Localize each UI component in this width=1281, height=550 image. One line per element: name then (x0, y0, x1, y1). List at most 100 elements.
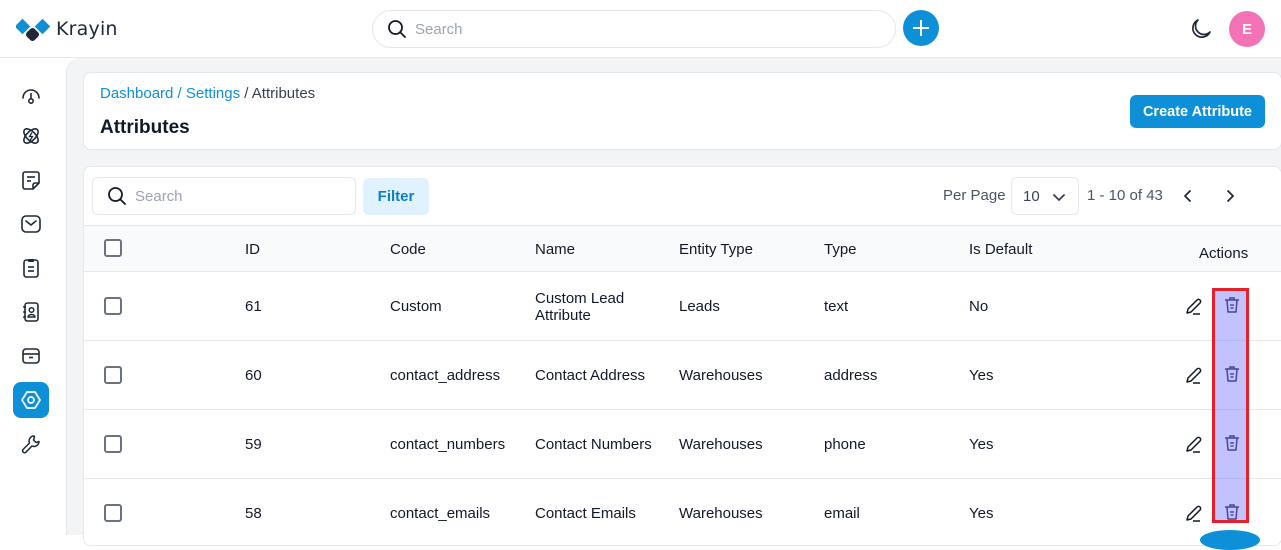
cell-name: Contact Numbers (535, 436, 652, 453)
filter-button[interactable]: Filter (363, 178, 429, 215)
breadcrumb-separator: / (240, 85, 252, 102)
cell-entity-type: Leads (679, 298, 720, 315)
row-checkbox[interactable] (104, 435, 122, 453)
sidebar-item-mail[interactable] (13, 206, 49, 242)
cell-entity-type: Warehouses (679, 505, 763, 522)
edit-pencil-icon[interactable] (1184, 503, 1204, 523)
cell-code: contact_numbers (390, 436, 506, 453)
cell-is-default: Yes (969, 505, 994, 522)
mail-icon (21, 215, 41, 233)
column-header-id[interactable]: ID (245, 241, 260, 258)
cell-type: phone (824, 436, 866, 453)
quick-create-button[interactable] (903, 10, 939, 46)
plus-icon (913, 20, 929, 36)
delete-trash-icon[interactable] (1222, 295, 1242, 315)
global-search[interactable] (372, 10, 896, 48)
column-header-name[interactable]: Name (535, 241, 575, 258)
sticky-note-icon (22, 171, 40, 190)
column-header-entity-type[interactable]: Entity Type (679, 241, 753, 258)
cell-id: 59 (245, 436, 262, 453)
delete-trash-icon[interactable] (1222, 502, 1242, 522)
page-header: Dashboard / Settings / Attributes Attrib… (83, 72, 1281, 150)
breadcrumb-settings[interactable]: Settings (186, 85, 240, 102)
floating-button-partial[interactable] (1200, 530, 1260, 550)
cell-type: address (824, 367, 878, 384)
breadcrumb-dashboard[interactable]: Dashboard (100, 85, 173, 102)
atom-icon (23, 128, 39, 144)
cell-code: Custom (390, 298, 442, 315)
cell-name: Custom Lead Attribute (535, 290, 625, 324)
row-checkbox[interactable] (104, 297, 122, 315)
krayin-logo-icon (16, 18, 50, 41)
top-bar: Krayin E (0, 0, 1281, 58)
moon-icon[interactable] (1189, 17, 1213, 41)
cell-name: Contact Address (535, 367, 646, 384)
per-page-label: Per Page (943, 187, 1006, 204)
edit-pencil-icon[interactable] (1184, 296, 1204, 316)
delete-trash-icon[interactable] (1222, 364, 1242, 384)
cell-type: email (824, 505, 860, 522)
app-name: Krayin (56, 18, 118, 40)
clipboard-icon (23, 259, 39, 278)
sidebar-item-configuration[interactable] (13, 426, 49, 462)
edit-pencil-icon[interactable] (1184, 434, 1204, 454)
cell-is-default: Yes (969, 436, 994, 453)
table-row: 61 Custom Custom Lead Attribute Leads te… (84, 272, 1281, 341)
next-page-button[interactable] (1220, 184, 1240, 208)
archive-box-icon (22, 348, 40, 364)
edit-pencil-icon[interactable] (1184, 365, 1204, 385)
per-page-value: 10 (1023, 187, 1040, 205)
cell-type: text (824, 298, 849, 315)
sidebar-item-settings[interactable] (13, 382, 49, 418)
chevron-left-icon (1184, 190, 1191, 202)
breadcrumb-current: Attributes (251, 85, 316, 102)
select-all-checkbox[interactable] (104, 239, 122, 257)
sidebar-item-activities[interactable] (13, 250, 49, 286)
pagination-info: 1 - 10 of 43 (1087, 187, 1163, 204)
breadcrumb-separator: / (173, 85, 186, 102)
table-search-input[interactable] (135, 187, 335, 205)
main-content: Dashboard / Settings / Attributes Attrib… (66, 58, 1281, 546)
row-checkbox[interactable] (104, 504, 122, 522)
search-icon (388, 20, 406, 38)
cell-id: 60 (245, 367, 262, 384)
sidebar-item-dashboard[interactable] (13, 78, 49, 114)
settings-hexagon-icon (21, 391, 41, 409)
table-search[interactable] (92, 177, 356, 215)
cell-entity-type: Warehouses (679, 367, 763, 384)
column-header-is-default[interactable]: Is Default (969, 241, 1032, 258)
cell-code: contact_emails (390, 505, 491, 522)
cell-is-default: Yes (969, 367, 994, 384)
per-page-select[interactable]: 10 (1011, 177, 1079, 215)
sidebar-item-leads[interactable] (13, 118, 49, 154)
table-row: 59 contact_numbers Contact Numbers Wareh… (84, 410, 1281, 479)
column-header-code[interactable]: Code (390, 241, 426, 258)
cell-id: 58 (245, 505, 262, 522)
page-title: Attributes (100, 117, 190, 138)
sidebar-item-products[interactable] (13, 338, 49, 374)
table-header: ID Code Name Entity Type Type Is Default… (84, 225, 1281, 272)
chevron-right-icon (1227, 190, 1234, 202)
sidebar-item-quotes[interactable] (13, 162, 49, 198)
column-header-actions: Actions (1199, 245, 1249, 262)
table-row: 58 contact_emails Contact Emails Warehou… (84, 479, 1281, 545)
cell-is-default: No (969, 298, 989, 315)
row-checkbox[interactable] (104, 366, 122, 384)
previous-page-button[interactable] (1178, 184, 1198, 208)
chevron-down-icon (1053, 194, 1065, 201)
cell-code: contact_address (390, 367, 501, 384)
sidebar (0, 58, 64, 535)
app-logo[interactable]: Krayin (16, 17, 118, 41)
user-avatar[interactable]: E (1229, 11, 1265, 47)
cell-id: 61 (245, 298, 262, 315)
sidebar-item-contacts[interactable] (13, 294, 49, 330)
delete-trash-icon[interactable] (1222, 433, 1242, 453)
cell-name: Contact Emails (535, 505, 636, 522)
create-attribute-button[interactable]: Create Attribute (1129, 95, 1265, 128)
column-header-type[interactable]: Type (824, 241, 857, 258)
search-icon (108, 187, 126, 205)
table-row: 60 contact_address Contact Address Wareh… (84, 341, 1281, 410)
global-search-input[interactable] (415, 20, 855, 38)
cell-entity-type: Warehouses (679, 436, 763, 453)
breadcrumb: Dashboard / Settings / Attributes (100, 85, 315, 102)
